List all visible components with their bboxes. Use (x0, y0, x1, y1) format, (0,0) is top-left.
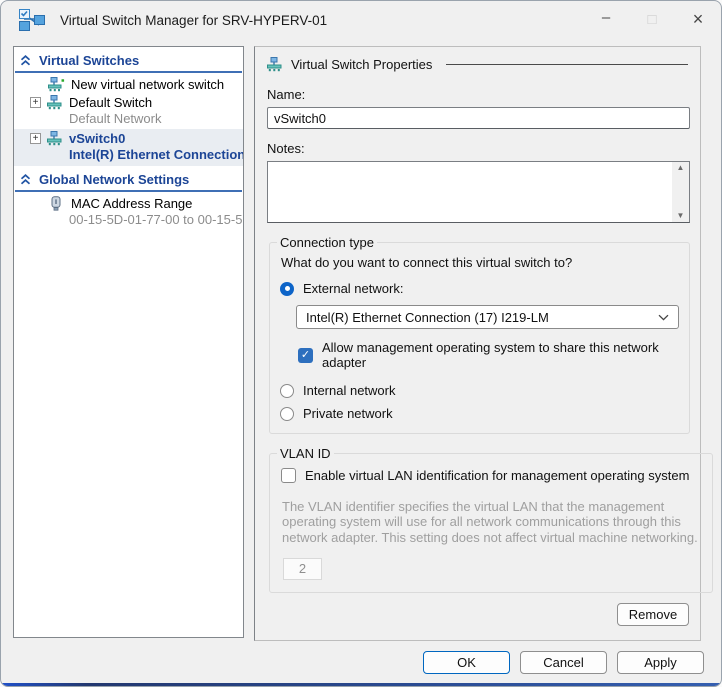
maximize-button[interactable]: □ (629, 1, 675, 37)
tree-item-label: New virtual network switch (71, 77, 225, 92)
checkbox-checked-icon[interactable]: ✓ (298, 347, 313, 363)
selected-tree-item-block: + vSwitch0 Intel(R) Ethernet Connection … (14, 129, 243, 166)
private-network-option[interactable]: Private network (280, 406, 679, 421)
checkbox-unchecked-icon[interactable] (281, 468, 296, 483)
switch-tree-panel: Virtual Switches New virtual network swi… (13, 46, 244, 638)
dialog-footer: OK Cancel Apply (423, 651, 704, 674)
window-controls: – □ × (583, 1, 721, 39)
section-divider (15, 71, 242, 73)
notes-field: ▲ ▼ (267, 161, 690, 223)
tree-item-subtitle: Default Network (69, 111, 162, 126)
chevron-down-icon (658, 314, 669, 321)
tree-item-label: Default Switch (69, 95, 153, 110)
virtual-switch-icon (45, 95, 63, 110)
section-global-network-settings[interactable]: Global Network Settings (14, 170, 243, 189)
remove-button-row: Remove (267, 602, 690, 626)
radio-unselected-icon[interactable] (280, 406, 294, 421)
properties-header: Virtual Switch Properties (267, 53, 690, 75)
section-divider (15, 190, 242, 192)
adapter-dropdown-value: Intel(R) Ethernet Connection (17) I219-L… (306, 309, 549, 325)
share-adapter-option[interactable]: ✓ Allow management operating system to s… (298, 340, 679, 370)
apply-button[interactable]: Apply (617, 651, 704, 674)
close-button[interactable]: × (675, 1, 721, 37)
section-label: Virtual Switches (39, 53, 140, 68)
internal-network-label: Internal network (303, 383, 396, 398)
tree-item-subtitle: 00-15-5D-01-77-00 to 00-15-5D-0... (69, 212, 243, 227)
connection-type-label: Connection type (280, 235, 374, 250)
share-adapter-label: Allow management operating system to sha… (322, 340, 659, 370)
window-title: Virtual Switch Manager for SRV-HYPERV-01 (60, 12, 328, 28)
enable-vlan-option[interactable]: Enable virtual LAN identification for ma… (281, 468, 702, 483)
external-network-option[interactable]: External network: (280, 281, 679, 296)
enable-vlan-label: Enable virtual LAN identification for ma… (305, 468, 690, 483)
vlan-description: The VLAN identifier specifies the virtua… (282, 499, 698, 545)
tree-item-label: vSwitch0 (69, 131, 126, 146)
virtual-switch-icon (45, 131, 63, 146)
internal-network-option[interactable]: Internal network (280, 383, 679, 398)
notes-scrollbar[interactable]: ▲ ▼ (672, 162, 689, 222)
connection-question: What do you want to connect this virtual… (281, 255, 573, 270)
new-switch-icon (47, 77, 65, 92)
virtual-switch-icon (267, 56, 282, 72)
tree-item-subtitle: Intel(R) Ethernet Connection ... (69, 147, 244, 162)
scroll-up-icon[interactable]: ▲ (677, 164, 685, 172)
connection-type-group: Connection type What do you want to conn… (269, 235, 690, 434)
remove-button[interactable]: Remove (617, 602, 689, 626)
hyperv-manager-icon (19, 9, 45, 31)
properties-header-label: Virtual Switch Properties (291, 56, 433, 72)
private-network-label: Private network (303, 406, 393, 421)
scroll-down-icon[interactable]: ▼ (677, 212, 685, 220)
collapse-chevrons-icon (20, 174, 31, 185)
vlan-id-input (283, 557, 322, 580)
header-rule (446, 63, 688, 65)
minimize-button[interactable]: – (583, 1, 629, 37)
tree-item-label: MAC Address Range (71, 196, 193, 211)
tree-item-new-virtual-switch[interactable]: New virtual network switch (14, 76, 243, 93)
notes-input[interactable] (268, 162, 672, 222)
external-network-label: External network: (303, 281, 404, 296)
radio-unselected-icon[interactable] (280, 383, 294, 398)
title-bar: Virtual Switch Manager for SRV-HYPERV-01… (1, 1, 721, 39)
mac-address-icon (47, 196, 65, 211)
adapter-dropdown[interactable]: Intel(R) Ethernet Connection (17) I219-L… (296, 305, 679, 329)
cancel-button[interactable]: Cancel (520, 651, 607, 674)
expand-plus-icon[interactable]: + (30, 97, 41, 108)
tree-item-mac-address-range[interactable]: MAC Address Range (14, 195, 243, 212)
expand-plus-icon[interactable]: + (30, 133, 41, 144)
tree-item-vswitch0[interactable]: + vSwitch0 (14, 130, 243, 147)
name-input[interactable] (267, 107, 690, 129)
properties-pane: Virtual Switch Properties Name: Notes: ▲… (254, 46, 713, 641)
virtual-switch-manager-window: Virtual Switch Manager for SRV-HYPERV-01… (0, 0, 722, 687)
section-virtual-switches[interactable]: Virtual Switches (14, 51, 243, 70)
vlan-id-label: VLAN ID (280, 446, 331, 461)
vlan-id-group: VLAN ID Enable virtual LAN identificatio… (269, 446, 713, 593)
notes-label: Notes: (267, 141, 305, 156)
section-label: Global Network Settings (39, 172, 190, 187)
ok-button[interactable]: OK (423, 651, 510, 674)
name-label: Name: (267, 87, 306, 102)
collapse-chevrons-icon (20, 55, 31, 66)
tree-item-default-switch[interactable]: + Default Switch (14, 94, 243, 111)
radio-selected-icon[interactable] (280, 281, 294, 296)
